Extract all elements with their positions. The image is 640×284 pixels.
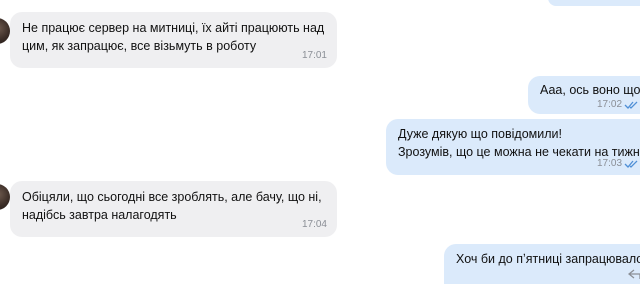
avatar[interactable] [0,184,10,210]
message-bubble-incoming[interactable]: Не працює сервер на митниці, їх айті пра… [10,12,337,68]
message-text: Не працює сервер на митниці, їх айті пра… [22,21,325,53]
message-bubble-incoming[interactable]: Обіцяли, що сьогодні все зроблять, але б… [10,181,337,237]
message-time: 17:03 [597,158,623,169]
message-time: 17:04 [301,219,327,230]
double-check-icon [624,101,638,109]
message-bubble-outgoing[interactable]: Дуже дякую що повідомили! Зрозумів, що ц… [386,119,640,175]
message-bubble-partial[interactable] [548,0,640,6]
message-bubble-outgoing[interactable]: Хоч би до пʼятниці запрацювало.. [444,244,640,284]
message-text: Дуже дякую що повідомили! Зрозумів, що ц… [398,127,640,159]
message-text: Хоч би до пʼятниці запрацювало.. [456,252,640,266]
message-time: 17:01 [301,50,327,61]
chat-message-list: Не працює сервер на митниці, їх айті пра… [0,0,640,284]
reply-icon[interactable] [628,268,640,280]
double-check-icon [624,160,638,168]
avatar[interactable] [0,18,10,44]
message-time: 17:02 [597,99,623,110]
message-bubble-outgoing[interactable]: Ааа, ось воно що 17:02 [528,76,640,114]
message-text: Ааа, ось воно що [540,83,640,97]
message-text: Обіцяли, що сьогодні все зроблять, але б… [22,190,322,222]
